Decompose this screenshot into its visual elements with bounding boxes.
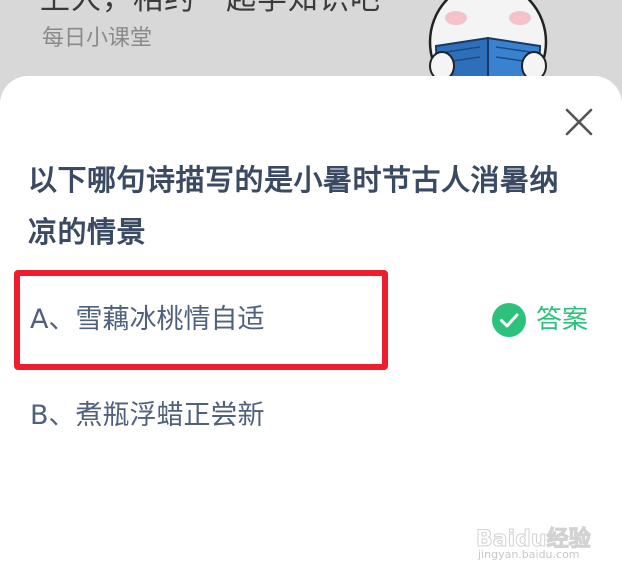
watermark-url: jingyan.baidu.com: [478, 548, 580, 561]
option-b-text: B、煮瓶浮蜡正尝新: [30, 400, 265, 431]
background-page-subtitle: 每日小课堂: [42, 26, 153, 51]
background-page-title: 上人，相约一起学知识吧: [40, 0, 381, 18]
quiz-sheet: 以下哪句诗描写的是小暑时节古人消暑纳凉的情景 A、雪藕冰桃情自适 答案 B、煮瓶…: [0, 76, 622, 574]
answer-badge: 答案: [491, 300, 588, 340]
close-icon[interactable]: [560, 103, 598, 141]
option-a[interactable]: A、雪藕冰桃情自适 答案: [28, 290, 594, 350]
quiz-screen: 上人，相约一起学知识吧 每日小课堂 以下哪句诗描写的是小暑时节古人消暑纳凉的情景…: [0, 0, 622, 574]
option-b[interactable]: B、煮瓶浮蜡正尝新: [28, 386, 594, 446]
option-a-text: A、雪藕冰桃情自适: [30, 304, 265, 335]
answer-label: 答案: [535, 305, 588, 335]
question-text: 以下哪句诗描写的是小暑时节古人消暑纳凉的情景: [28, 163, 560, 249]
check-circle-icon: [491, 303, 526, 337]
